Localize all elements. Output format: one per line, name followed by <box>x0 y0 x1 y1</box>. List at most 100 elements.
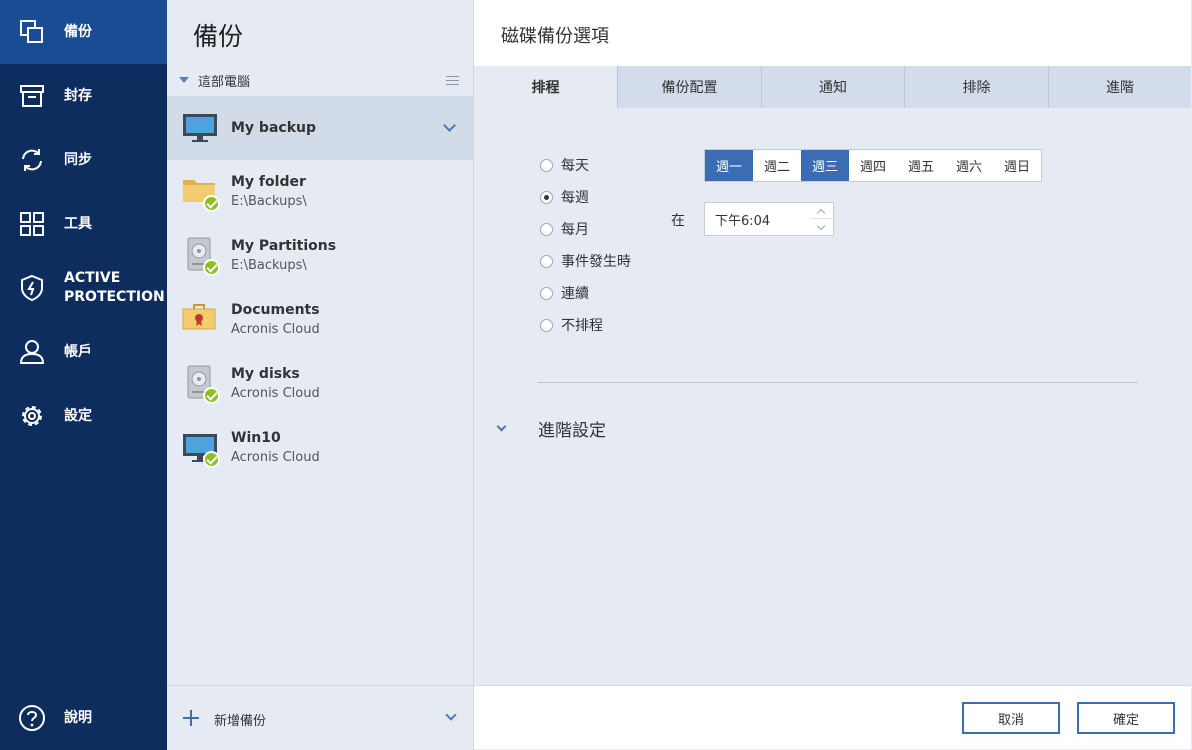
radio-button[interactable] <box>540 158 553 172</box>
chevron-down-icon[interactable] <box>445 709 457 721</box>
radio-monthly[interactable]: 每月 <box>540 219 589 239</box>
menu-icon[interactable] <box>446 76 459 85</box>
panel-footer: 取消 確定 <box>474 685 1191 749</box>
nav-label-account: 帳戶 <box>64 343 92 360</box>
nav-item-help[interactable]: 說明 <box>0 686 167 750</box>
main-navigation: 備份 封存 同步 工具 ACTIVE PROTECTION 帳戶 設定 說明 <box>0 0 167 750</box>
backup-list-panel: 備份 這部電腦 My backup My folder E:\Backups\ … <box>167 0 474 750</box>
section-divider <box>538 382 1138 383</box>
backup-name: My Partitions <box>231 238 337 254</box>
monitor-icon <box>182 108 222 148</box>
radio-label: 不排程 <box>561 318 603 334</box>
help-icon <box>18 704 46 732</box>
nav-label-settings: 設定 <box>64 407 92 424</box>
add-backup-button[interactable]: 新增備份 <box>167 685 473 750</box>
radio-button[interactable] <box>540 190 553 204</box>
radio-weekly[interactable]: 每週 <box>540 187 589 207</box>
radio-label: 每月 <box>561 222 589 238</box>
tab-schedule[interactable]: 排程 <box>474 66 617 108</box>
day-saturday[interactable]: 週六 <box>945 150 993 181</box>
account-icon <box>18 338 46 366</box>
backup-name: My backup <box>231 120 316 136</box>
gear-icon <box>18 402 46 430</box>
nav-item-account[interactable]: 帳戶 <box>0 320 167 384</box>
backup-location: Acronis Cloud <box>231 386 320 401</box>
nav-label-sync: 同步 <box>64 151 92 168</box>
nav-label-backup: 備份 <box>64 23 92 40</box>
radio-daily[interactable]: 每天 <box>540 155 589 175</box>
day-tuesday[interactable]: 週二 <box>753 150 801 181</box>
group-header-this-computer[interactable]: 這部電腦 <box>167 66 474 94</box>
day-thursday[interactable]: 週四 <box>849 150 897 181</box>
nav-item-tools[interactable]: 工具 <box>0 192 167 256</box>
radio-button[interactable] <box>540 318 553 332</box>
backup-item-documents[interactable]: Documents Acronis Cloud <box>167 288 473 352</box>
chevron-down-icon <box>496 421 507 431</box>
time-increment-button[interactable] <box>810 204 832 219</box>
nav-item-sync[interactable]: 同步 <box>0 128 167 192</box>
chevron-down-icon[interactable] <box>443 119 456 132</box>
radio-label: 事件發生時 <box>561 254 631 270</box>
ok-button[interactable]: 確定 <box>1077 702 1175 734</box>
tab-notifications[interactable]: 通知 <box>761 66 904 108</box>
tab-advanced[interactable]: 進階 <box>1048 66 1191 108</box>
time-input[interactable] <box>705 203 805 235</box>
nav-item-archive[interactable]: 封存 <box>0 64 167 128</box>
check-badge-icon <box>203 387 220 404</box>
radio-label: 連續 <box>561 286 589 302</box>
backup-location: E:\Backups\ <box>231 194 307 209</box>
backup-item-win10[interactable]: Win10 Acronis Cloud <box>167 416 473 480</box>
caret-down-icon <box>179 77 189 83</box>
backup-item-my-folder[interactable]: My folder E:\Backups\ <box>167 160 473 224</box>
sync-icon <box>18 146 46 174</box>
backup-location: Acronis Cloud <box>231 450 320 465</box>
time-label: 在 <box>671 213 685 229</box>
chevron-up-icon <box>816 208 826 218</box>
panel-title: 磁碟備份選項 <box>501 26 609 47</box>
options-tabs: 排程 備份配置 通知 排除 進階 <box>474 66 1191 108</box>
backup-name: Documents <box>231 302 320 318</box>
backup-location: Acronis Cloud <box>231 322 320 337</box>
nav-item-backup[interactable]: 備份 <box>0 0 167 64</box>
backup-location: E:\Backups\ <box>231 258 307 273</box>
briefcase-icon <box>182 300 222 340</box>
check-badge-icon <box>203 259 220 276</box>
archive-icon <box>18 82 46 110</box>
group-label: 這部電腦 <box>198 74 251 90</box>
radio-label: 每週 <box>561 190 589 206</box>
add-backup-label: 新增備份 <box>214 714 267 729</box>
day-sunday[interactable]: 週日 <box>993 150 1041 181</box>
plus-icon <box>183 710 199 726</box>
backup-icon <box>18 18 46 46</box>
radio-no-schedule[interactable]: 不排程 <box>540 315 603 335</box>
nav-label-help: 說明 <box>64 709 92 726</box>
radio-button[interactable] <box>540 222 553 236</box>
radio-on-event[interactable]: 事件發生時 <box>540 251 631 271</box>
backup-list-title: 備份 <box>193 22 244 51</box>
time-picker <box>704 202 834 236</box>
advanced-settings-label: 進階設定 <box>538 420 606 441</box>
nav-item-active-protection[interactable]: ACTIVE PROTECTION <box>0 256 167 320</box>
day-monday[interactable]: 週一 <box>705 150 753 181</box>
chevron-down-icon <box>816 221 826 231</box>
backup-item-my-backup[interactable]: My backup <box>167 96 473 160</box>
radio-button[interactable] <box>540 254 553 268</box>
panel-header: 磁碟備份選項 <box>474 0 1191 66</box>
cancel-button[interactable]: 取消 <box>962 702 1060 734</box>
day-friday[interactable]: 週五 <box>897 150 945 181</box>
backup-item-my-partitions[interactable]: My Partitions E:\Backups\ <box>167 224 473 288</box>
time-decrement-button[interactable] <box>810 220 832 235</box>
tab-backup-scheme[interactable]: 備份配置 <box>617 66 761 108</box>
backup-options-panel: 磁碟備份選項 排程 備份配置 通知 排除 進階 每天 每週 每月 事件發生時 連… <box>474 0 1192 750</box>
radio-button[interactable] <box>540 286 553 300</box>
backup-item-my-disks[interactable]: My disks Acronis Cloud <box>167 352 473 416</box>
radio-label: 每天 <box>561 158 589 174</box>
radio-continuous[interactable]: 連續 <box>540 283 589 303</box>
backup-name: My disks <box>231 366 300 382</box>
shield-icon <box>18 274 46 302</box>
day-wednesday[interactable]: 週三 <box>801 150 849 181</box>
advanced-settings-toggle[interactable]: 進階設定 <box>496 416 606 441</box>
check-badge-icon <box>203 195 220 212</box>
nav-item-settings[interactable]: 設定 <box>0 384 167 448</box>
tab-exclusions[interactable]: 排除 <box>904 66 1048 108</box>
